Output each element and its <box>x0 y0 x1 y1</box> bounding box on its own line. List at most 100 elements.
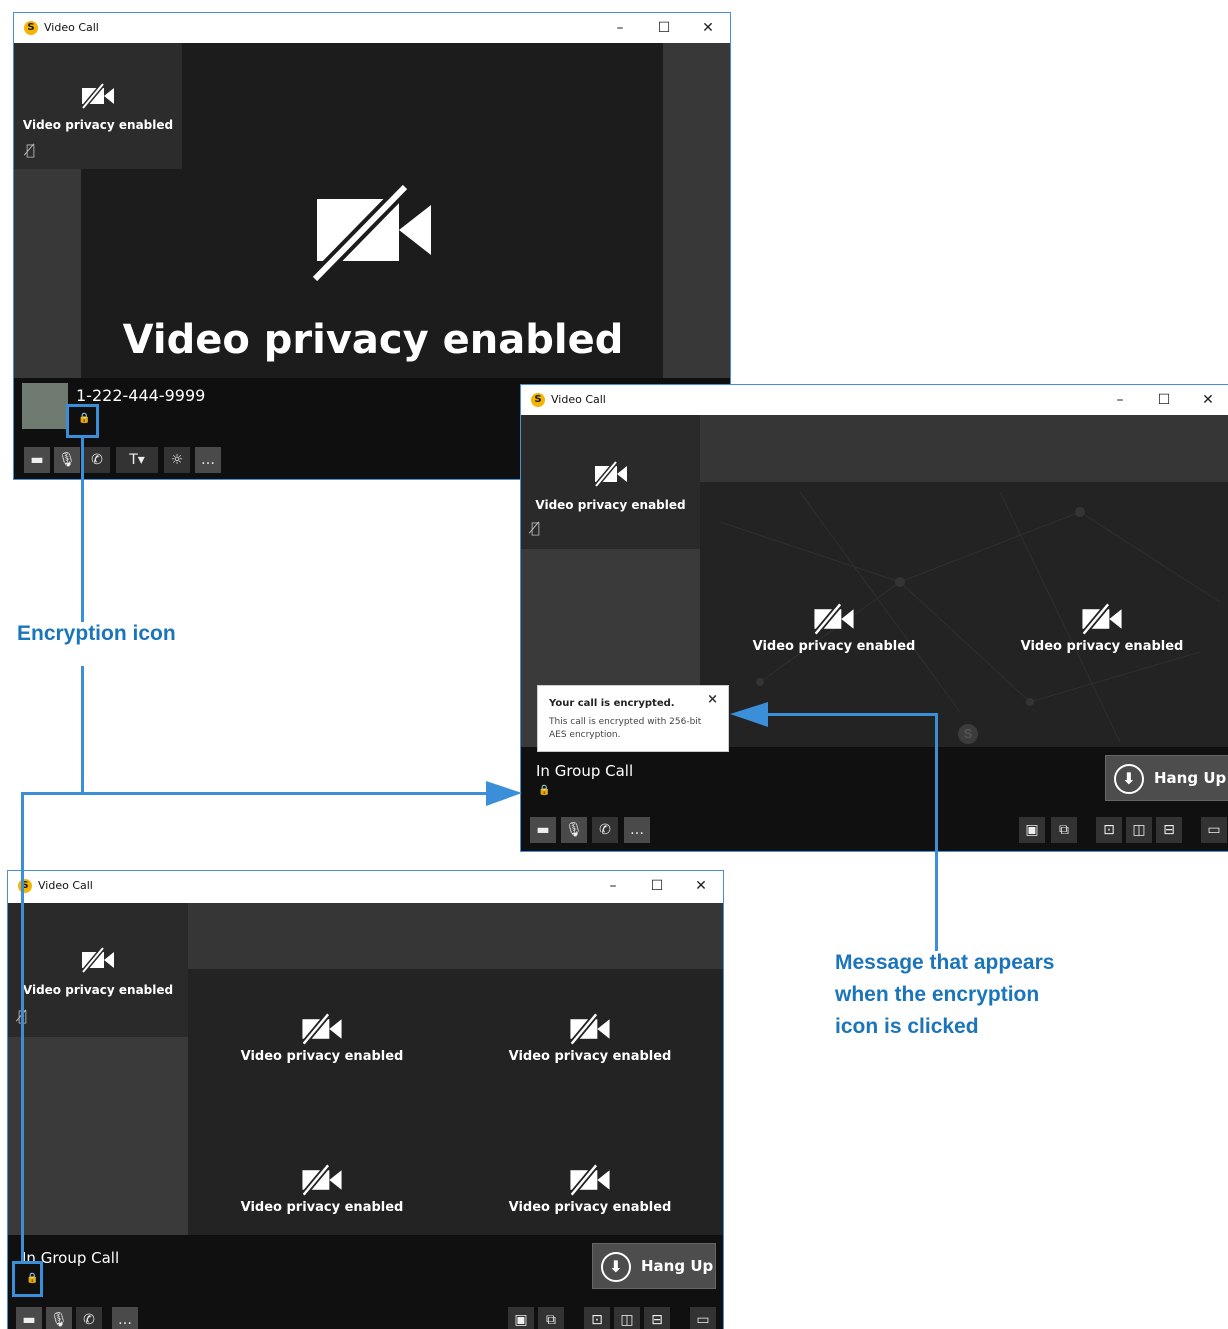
title-bar: S Video Call – ☐ ✕ <box>8 871 723 901</box>
phone-button[interactable]: ✆ <box>76 1307 102 1329</box>
brightness-button[interactable]: ☼ <box>164 447 190 473</box>
hang-up-icon: ⬇ <box>1114 764 1144 794</box>
bottom-bar: In Group Call 🔒 ⬇ Hang Up ▬ 🎙 ✆ … ▣ ⧉ ⊡ … <box>8 1235 723 1329</box>
hang-up-button[interactable]: ⬇ Hang Up <box>1105 755 1228 801</box>
participant-tile: Video privacy enabled <box>700 603 968 663</box>
layout-full-button[interactable]: ▭ <box>690 1307 716 1329</box>
mic-off-icon: 🎙̸ <box>531 519 541 537</box>
close-button[interactable]: ✕ <box>679 871 723 901</box>
encryption-tooltip: Your call is encrypted. × This call is e… <box>537 685 729 752</box>
more-button[interactable]: … <box>624 817 650 843</box>
app-logo-icon: S <box>24 21 38 35</box>
window-controls: – ☐ ✕ <box>598 13 730 43</box>
layout-pip-button[interactable]: ⊡ <box>584 1307 610 1329</box>
camera-off-icon <box>593 461 627 487</box>
layout-full-button[interactable]: ▭ <box>1201 817 1227 843</box>
message-annotation-line-3: icon is clicked <box>835 1015 979 1038</box>
encryption-icon-highlight <box>12 1261 43 1297</box>
title-bar: S Video Call – ☐ ✕ <box>521 385 1228 415</box>
close-button[interactable]: ✕ <box>686 13 730 43</box>
window-title: Video Call <box>551 393 606 406</box>
layout-pip-button[interactable]: ⊡ <box>1096 817 1122 843</box>
camera-off-icon <box>569 1164 610 1196</box>
tooltip-body: This call is encrypted with 256-bit AES … <box>549 717 702 740</box>
layout-side-button[interactable]: ◫ <box>614 1307 640 1329</box>
top-strip <box>700 415 1228 482</box>
tile-label: Video privacy enabled <box>1020 639 1184 654</box>
minimize-button[interactable]: – <box>1098 385 1142 415</box>
encryption-icon-annotation: Encryption icon <box>17 622 176 645</box>
hang-up-label: Hang Up <box>641 1257 714 1275</box>
arrow-head <box>730 702 768 727</box>
camera-off-icon <box>301 1013 342 1045</box>
video-call-window-2: S Video Call – ☐ ✕ Video privacy enabled… <box>520 384 1228 852</box>
message-annotation-line-1: Message that appears <box>835 951 1055 974</box>
bottom-bar: In Group Call 🔒 ⬇ Hang Up ▬ 🎙 ✆ … ▣ ⧉ ⊡ … <box>521 747 1228 851</box>
phone-button[interactable]: ✆ <box>592 817 618 843</box>
maximize-button[interactable]: ☐ <box>635 871 679 901</box>
lock-icon[interactable]: 🔒 <box>538 785 550 797</box>
more-button[interactable]: … <box>195 447 221 473</box>
top-strip <box>188 903 723 969</box>
connector-line <box>21 792 24 1264</box>
main-privacy-label: Video privacy enabled <box>122 317 624 363</box>
participant-tile: Video privacy enabled <box>456 1164 723 1224</box>
tile-label: Video privacy enabled <box>752 639 916 654</box>
camera-off-icon <box>569 1013 610 1045</box>
watermark-logo-icon: S <box>958 724 978 744</box>
participant-tile: Video privacy enabled <box>188 1164 456 1224</box>
title-bar: S Video Call – ☐ ✕ <box>14 13 730 43</box>
app-logo-icon: S <box>531 393 545 407</box>
connector-line <box>766 713 938 716</box>
layout-contact-button[interactable]: ▣ <box>508 1307 534 1329</box>
main-video-tile: Video privacy enabled <box>81 43 665 373</box>
more-button[interactable]: … <box>112 1307 138 1329</box>
left-panel <box>8 1037 188 1237</box>
tile-label: Video privacy enabled <box>508 1049 672 1064</box>
self-view-tile[interactable]: Video privacy enabled 🎙̸ <box>8 903 188 1037</box>
tooltip-close-button[interactable]: × <box>707 692 718 707</box>
camera-toggle-button[interactable]: ▬ <box>24 447 50 473</box>
participant-tile: Video privacy enabled <box>188 1013 456 1073</box>
connector-line <box>935 713 938 951</box>
connector-line <box>81 666 84 794</box>
connector-line <box>81 438 84 622</box>
camera-off-icon <box>1081 603 1122 635</box>
close-button[interactable]: ✕ <box>1186 385 1228 415</box>
layout-share-button[interactable]: ⧉ <box>538 1307 564 1329</box>
minimize-button[interactable]: – <box>591 871 635 901</box>
self-view-tile[interactable]: Video privacy enabled 🎙̸ <box>521 415 700 549</box>
window-controls: – ☐ ✕ <box>591 871 723 901</box>
layout-strip-button[interactable]: ⊟ <box>644 1307 670 1329</box>
camera-off-icon <box>311 185 431 281</box>
window-controls: – ☐ ✕ <box>1098 385 1228 415</box>
camera-toggle-button[interactable]: ▬ <box>530 817 556 843</box>
mic-toggle-button[interactable]: 🎙 <box>54 447 80 473</box>
tile-label: Video privacy enabled <box>508 1200 672 1215</box>
camera-toggle-button[interactable]: ▬ <box>16 1307 42 1329</box>
text-button[interactable]: T▾ <box>116 447 158 473</box>
layout-strip-button[interactable]: ⊟ <box>1156 817 1182 843</box>
phone-button[interactable]: ✆ <box>84 447 110 473</box>
maximize-button[interactable]: ☐ <box>642 13 686 43</box>
window-title: Video Call <box>38 879 93 892</box>
minimize-button[interactable]: – <box>598 13 642 43</box>
mic-toggle-button[interactable]: 🎙 <box>46 1307 72 1329</box>
hang-up-icon: ⬇ <box>601 1252 631 1282</box>
hang-up-button[interactable]: ⬇ Hang Up <box>592 1243 716 1289</box>
tooltip-title: Your call is encrypted. <box>549 698 675 709</box>
maximize-button[interactable]: ☐ <box>1142 385 1186 415</box>
layout-share-button[interactable]: ⧉ <box>1051 817 1077 843</box>
mic-off-icon: 🎙̸ <box>26 141 36 159</box>
layout-contact-button[interactable]: ▣ <box>1019 817 1045 843</box>
call-area: Video privacy enabled 🎙̸ Video privacy e… <box>521 415 1228 851</box>
window-title: Video Call <box>44 21 99 34</box>
connector-line <box>21 792 491 795</box>
tile-label: Video privacy enabled <box>240 1049 404 1064</box>
tile-label: Video privacy enabled <box>240 1200 404 1215</box>
mic-toggle-button[interactable]: 🎙 <box>561 817 587 843</box>
participant-tile: Video privacy enabled <box>968 603 1228 663</box>
participant-tile: Video privacy enabled <box>456 1013 723 1073</box>
layout-side-button[interactable]: ◫ <box>1126 817 1152 843</box>
caller-number: 1-222-444-9999 <box>76 386 206 405</box>
